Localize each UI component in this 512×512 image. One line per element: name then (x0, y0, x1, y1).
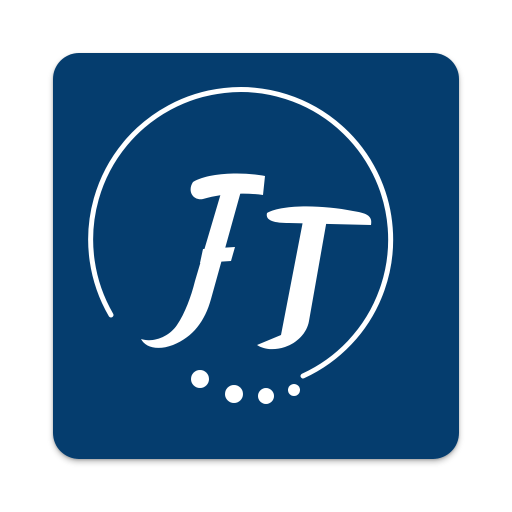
app-icon[interactable] (53, 53, 459, 459)
ft-monogram-logo-icon (53, 53, 459, 459)
icon-canvas (0, 0, 512, 512)
icon-background (53, 53, 459, 459)
